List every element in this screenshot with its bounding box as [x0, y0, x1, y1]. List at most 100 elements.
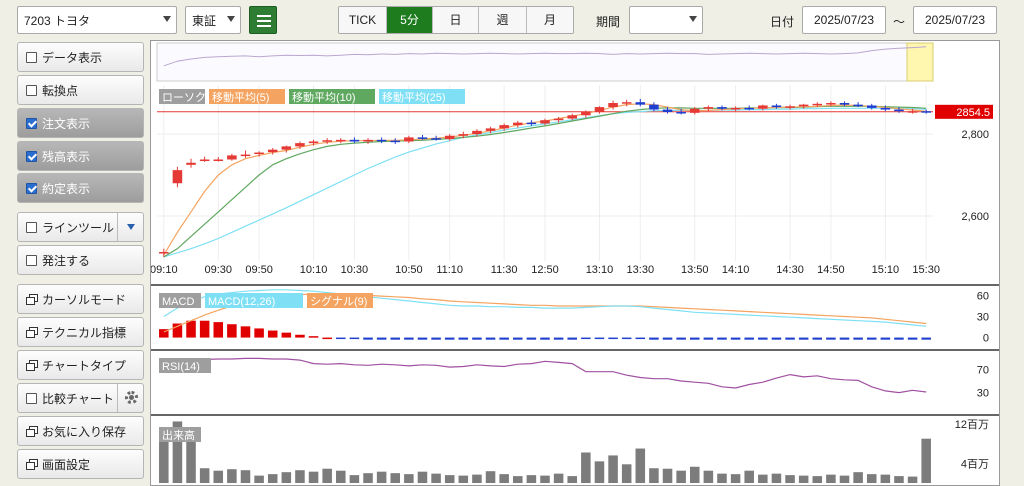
- tab-day[interactable]: 日: [433, 7, 479, 33]
- volume-bar: [771, 473, 782, 483]
- tab-5min[interactable]: 5分: [387, 7, 433, 33]
- candle: [363, 139, 373, 142]
- sidebar-item-balance-display[interactable]: 残高表示: [17, 141, 144, 171]
- checkbox-checked-icon: [26, 182, 37, 194]
- macd-histogram-bar: [213, 322, 224, 338]
- symbol-select[interactable]: 7203 トヨタ: [17, 6, 177, 34]
- tab-week[interactable]: 週: [479, 7, 527, 33]
- sidebar-item-label: テクニカル指標: [42, 325, 127, 340]
- volume-bar: [621, 464, 632, 483]
- sidebar-item-compare-chart[interactable]: 比較チャート: [17, 383, 144, 413]
- volume-bar: [295, 470, 305, 483]
- sidebar-item-data-display[interactable]: データ表示: [17, 42, 144, 72]
- candle: [703, 107, 714, 109]
- candle: [485, 128, 496, 131]
- sidebar-item-save-favorite[interactable]: お気に入り保存: [17, 416, 144, 446]
- sidebar-item-label: 発注する: [42, 253, 91, 268]
- time-axis-tick-label: 09:10: [151, 264, 178, 276]
- volume-bar: [431, 473, 441, 483]
- macd-histogram-bar: [485, 337, 496, 340]
- volume-bar: [336, 470, 346, 483]
- legend-label: 移動平均(25): [382, 90, 446, 104]
- candle: [785, 106, 795, 108]
- time-axis-tick-label: 15:30: [912, 264, 940, 276]
- sidebar-item-technical-indicators[interactable]: テクニカル指標: [17, 317, 144, 347]
- volume-bar: [608, 455, 618, 483]
- macd-histogram-bar: [730, 337, 741, 340]
- volume-bar: [227, 469, 237, 483]
- volume-bar: [594, 461, 605, 483]
- window-icon: [26, 459, 38, 470]
- sidebar-item-chart-type[interactable]: チャートタイプ: [17, 350, 144, 380]
- candle: [853, 104, 863, 107]
- tab-month[interactable]: 月: [527, 7, 573, 33]
- sidebar-item-cursor-mode[interactable]: カーソルモード: [17, 284, 144, 314]
- sidebar-item-label: ラインツール: [42, 220, 115, 235]
- candle: [186, 162, 196, 165]
- sidebar-item-label: 比較チャート: [42, 391, 114, 406]
- candle: [172, 170, 183, 184]
- macd-histogram-bar: [703, 337, 714, 340]
- checkbox-icon: [26, 84, 37, 96]
- macd-histogram-bar: [594, 337, 605, 340]
- rsi-axis-tick-label: 30: [977, 388, 989, 400]
- sidebar-item-label: チャートタイプ: [42, 358, 126, 373]
- candle: [540, 120, 550, 124]
- sidebar-item-screen-settings[interactable]: 画面設定: [17, 449, 144, 479]
- period-select[interactable]: [629, 6, 703, 34]
- macd-histogram-bar: [894, 337, 904, 340]
- candle: [322, 140, 332, 142]
- macd-histogram-bar: [513, 337, 523, 340]
- macd-histogram-bar: [458, 337, 469, 340]
- sidebar-item-label: 転換点: [42, 83, 79, 98]
- window-icon: [26, 360, 38, 371]
- time-axis-tick-label: 12:50: [531, 264, 559, 276]
- volume-bar: [444, 475, 455, 483]
- volume-bar: [907, 476, 918, 483]
- volume-bar: [513, 476, 523, 483]
- volume-bar: [390, 473, 401, 483]
- checkbox-icon: [26, 392, 37, 404]
- chevron-down-icon: [127, 224, 135, 230]
- sidebar-item-place-order[interactable]: 発注する: [17, 245, 144, 275]
- sidebar-item-turning-point[interactable]: 転換点: [17, 75, 144, 105]
- market-select[interactable]: 東証: [185, 6, 241, 34]
- volume-bar: [662, 468, 673, 483]
- date-to-field[interactable]: 2025/07/23: [913, 6, 997, 34]
- volume-bar: [689, 466, 700, 483]
- macd-histogram-bar: [186, 320, 196, 338]
- compare-chart-settings-button[interactable]: [117, 384, 143, 412]
- volume-bar: [866, 474, 877, 483]
- date-from-field[interactable]: 2025/07/23: [802, 6, 886, 34]
- macd-histogram-bar: [363, 337, 373, 340]
- time-axis-tick-label: 14:50: [817, 264, 845, 276]
- macd-histogram-bar: [254, 328, 264, 338]
- checkbox-icon: [26, 221, 37, 233]
- sidebar-item-execution-display[interactable]: 約定表示: [17, 173, 144, 203]
- macd-histogram-bar: [907, 337, 918, 340]
- line-tool-dropdown[interactable]: [117, 213, 143, 241]
- legend-label: RSI(14): [162, 361, 200, 373]
- candle: [281, 146, 292, 150]
- chart-area[interactable]: 2,600 2,800 2854.5 ローソク 移動平均(5) 移動平均(10) 移動平均(…: [150, 40, 1000, 486]
- candle: [608, 103, 618, 108]
- tab-tick[interactable]: TICK: [339, 7, 387, 33]
- macd-histogram-bar: [199, 320, 210, 338]
- volume-bar: [703, 470, 714, 483]
- macd-histogram-bar: [295, 334, 305, 338]
- list-view-button[interactable]: [249, 6, 277, 34]
- candle: [689, 108, 700, 113]
- sidebar-item-order-display[interactable]: 注文表示: [17, 108, 144, 138]
- volume-bar: [730, 474, 741, 483]
- macd-histogram-bar: [662, 337, 673, 340]
- time-axis-tick-label: 10:30: [341, 264, 369, 276]
- macd-histogram-bar: [771, 337, 782, 340]
- candle: [594, 107, 605, 113]
- chevron-down-icon: [689, 16, 697, 22]
- sidebar-item-label: 約定表示: [42, 181, 91, 196]
- volume-bar: [717, 473, 727, 483]
- sidebar-item-line-tool[interactable]: ラインツール: [17, 212, 144, 242]
- macd-histogram-bar: [172, 323, 183, 338]
- chart-canvas[interactable]: 2,600 2,800 2854.5 ローソク 移動平均(5) 移動平均(10) 移動平均(…: [151, 41, 999, 485]
- time-axis-tick-label: 10:10: [300, 264, 328, 276]
